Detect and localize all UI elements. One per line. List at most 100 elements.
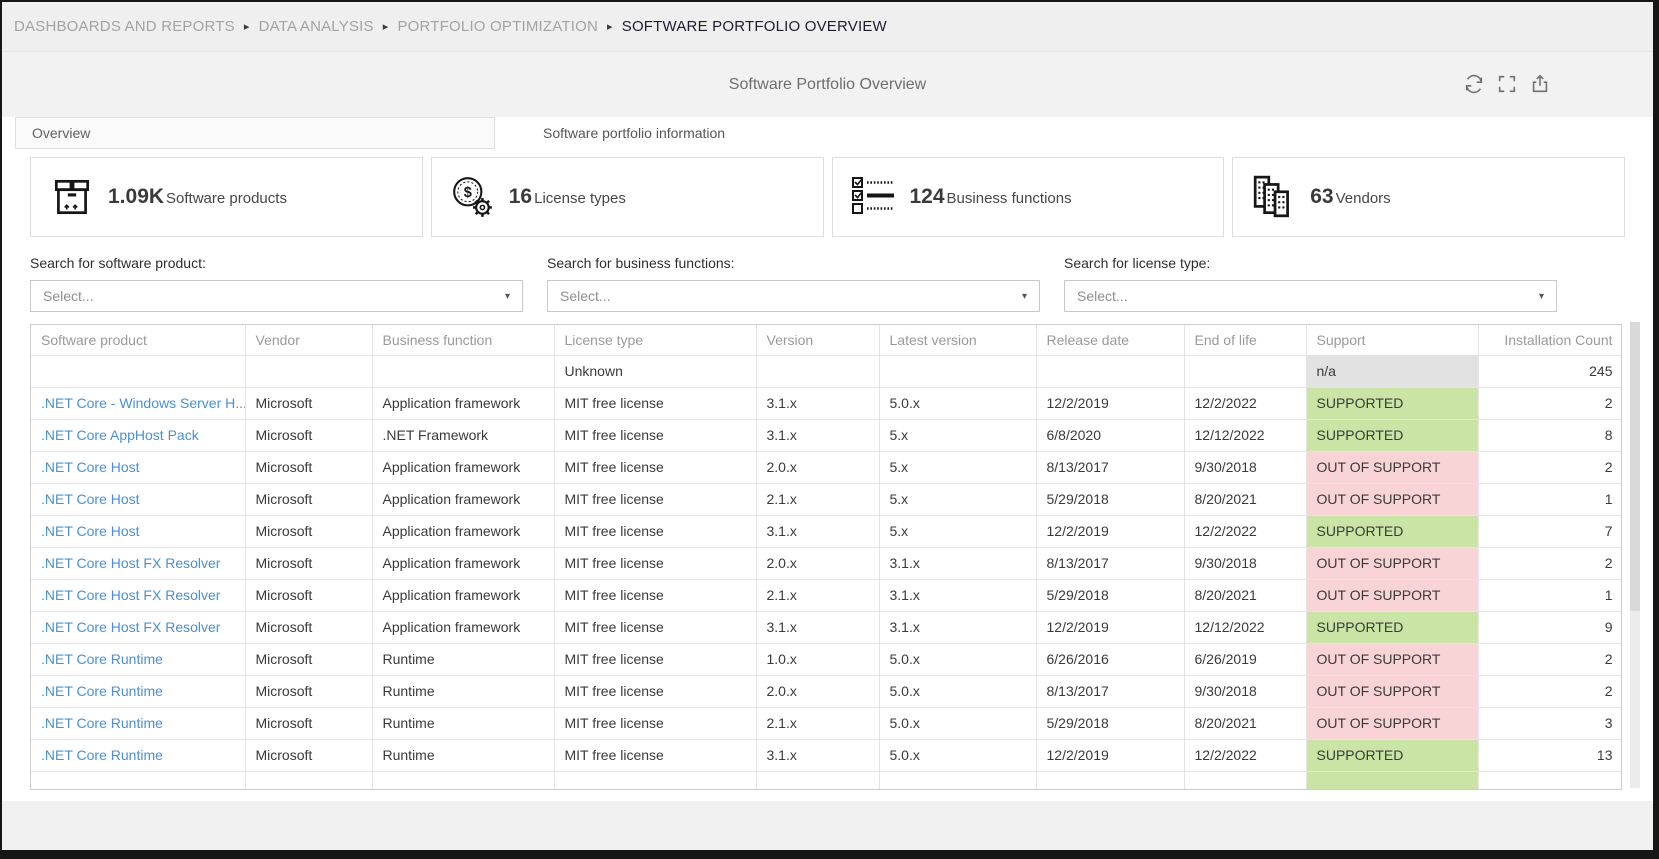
cell-license-type: MIT free license [554, 707, 757, 740]
software-product-link[interactable]: .NET Core Runtime [41, 747, 163, 763]
kpi-value: 1.09K [108, 185, 165, 208]
software-product-link[interactable]: .NET Core Host FX Resolver [41, 619, 220, 635]
cell-release-date [1036, 355, 1185, 388]
breadcrumb-item-current: SOFTWARE PORTFOLIO OVERVIEW [621, 18, 887, 35]
breadcrumb-item-dashboards[interactable]: DASHBOARDS AND REPORTS [14, 18, 235, 35]
table-row: .NET Core Runtime Microsoft Runtime MIT fre… [31, 707, 1621, 740]
tab-overview-label: Overview [32, 125, 91, 141]
cell-installation-count [1478, 771, 1621, 789]
cell-latest-version: 3.1.x [879, 579, 1037, 612]
kpi-label: Business functions [946, 190, 1072, 207]
software-product-link[interactable]: .NET Core Host [41, 459, 140, 475]
cell-support [1306, 771, 1479, 789]
cell-support: OUT OF SUPPORT [1306, 707, 1479, 740]
tab-bar: Overview Software portfolio information [2, 117, 1653, 149]
table-row: .NET Core Host FX Resolver Microsoft Appli… [31, 579, 1621, 612]
column-header-release-date[interactable]: Release date [1036, 325, 1185, 356]
breadcrumb-item-data-analysis[interactable]: DATA ANALYSIS [259, 18, 374, 35]
software-product-link[interactable]: .NET Core AppHost Pack [41, 427, 199, 443]
cell-end-of-life [1184, 355, 1307, 388]
cell-support: OUT OF SUPPORT [1306, 451, 1479, 484]
select-placeholder: Select... [43, 288, 94, 304]
cell-vendor: Microsoft [245, 515, 373, 548]
fullscreen-icon[interactable] [1496, 73, 1518, 95]
cell-license-type: MIT free license [554, 739, 757, 772]
page-title: Software Portfolio Overview [728, 76, 927, 93]
cell-license-type [554, 771, 757, 789]
scrollbar-thumb[interactable] [1630, 322, 1640, 611]
software-product-link[interactable]: .NET Core Host FX Resolver [41, 555, 220, 571]
column-header-license-type[interactable]: License type [554, 325, 757, 356]
table-row: .NET Core Runtime Microsoft Runtime MIT fre… [31, 643, 1621, 676]
cell-end-of-life: 12/12/2022 [1184, 419, 1307, 452]
software-product-link[interactable]: .NET Core Runtime [41, 651, 163, 667]
cell-vendor: Microsoft [245, 451, 373, 484]
cell-support: OUT OF SUPPORT [1306, 579, 1479, 612]
cell-release-date: 6/8/2020 [1036, 419, 1185, 452]
cell-business-function: Application framework [372, 611, 555, 644]
software-product-link[interactable]: .NET Core - Windows Server H... [41, 395, 244, 411]
cell-support: OUT OF SUPPORT [1306, 547, 1479, 580]
cell-latest-version: 5.0.x [879, 739, 1037, 772]
kpi-row: 1.09K Software products $ 16 License typ… [30, 157, 1625, 237]
kpi-software-products: 1.09K Software products [30, 157, 423, 237]
cell-version: 3.1.x [756, 419, 880, 452]
cell-business-function [372, 771, 555, 789]
cell-software-product: .NET Core Runtime [31, 707, 246, 740]
table-row: .NET Core Host Microsoft Application frame… [31, 515, 1621, 548]
cell-license-type: MIT free license [554, 419, 757, 452]
cell-license-type: MIT free license [554, 515, 757, 548]
cell-installation-count: 9 [1478, 611, 1621, 644]
cell-business-function: Runtime [372, 739, 555, 772]
filter-software-product: Search for software product: Select... ▾ [30, 255, 523, 312]
breadcrumb-separator-icon: ▸ [243, 21, 250, 33]
cell-version: 3.1.x [756, 739, 880, 772]
license-type-select[interactable]: Select... ▾ [1064, 280, 1557, 312]
software-product-link[interactable]: .NET Core Host FX Resolver [41, 587, 220, 603]
column-header-latest-version[interactable]: Latest version [879, 325, 1037, 356]
business-functions-select[interactable]: Select... ▾ [547, 280, 1040, 312]
cell-support: OUT OF SUPPORT [1306, 675, 1479, 708]
cell-release-date: 8/13/2017 [1036, 675, 1185, 708]
cell-business-function: .NET Framework [372, 419, 555, 452]
cell-license-type: MIT free license [554, 451, 757, 484]
tab-overview[interactable]: Overview [15, 117, 495, 149]
cell-business-function: Application framework [372, 515, 555, 548]
column-header-version[interactable]: Version [756, 325, 880, 356]
column-header-support[interactable]: Support [1306, 325, 1479, 356]
cell-version: 2.1.x [756, 579, 880, 612]
filter-label: Search for license type: [1064, 255, 1211, 271]
cell-version [756, 355, 880, 388]
software-product-link[interactable]: .NET Core Runtime [41, 683, 163, 699]
column-header-vendor[interactable]: Vendor [245, 325, 373, 356]
cell-release-date: 5/29/2018 [1036, 483, 1185, 516]
cell-release-date: 12/2/2019 [1036, 611, 1185, 644]
column-header-end-of-life[interactable]: End of life [1184, 325, 1307, 356]
breadcrumb-item-portfolio-optimization[interactable]: PORTFOLIO OPTIMIZATION [397, 18, 598, 35]
column-header-business-function[interactable]: Business function [372, 325, 555, 356]
cell-business-function [372, 355, 555, 388]
export-icon[interactable] [1529, 73, 1551, 95]
refresh-icon[interactable] [1463, 73, 1485, 95]
cell-latest-version: 5.0.x [879, 643, 1037, 676]
cell-license-type: MIT free license [554, 643, 757, 676]
cell-release-date: 5/29/2018 [1036, 579, 1185, 612]
vertical-scrollbar [1630, 322, 1640, 788]
cell-latest-version [879, 355, 1037, 388]
cell-latest-version: 5.0.x [879, 707, 1037, 740]
software-product-link[interactable]: .NET Core Host [41, 523, 140, 539]
cell-installation-count: 13 [1478, 739, 1621, 772]
software-product-select[interactable]: Select... ▾ [30, 280, 523, 312]
cell-end-of-life: 6/26/2019 [1184, 643, 1307, 676]
kpi-vendors: 63 Vendors [1232, 157, 1625, 237]
software-product-link[interactable]: .NET Core Runtime [41, 715, 163, 731]
table-row: .NET Core Host Microsoft Application frame… [31, 483, 1621, 516]
cell-latest-version: 5.x [879, 515, 1037, 548]
tab-software-portfolio-information[interactable]: Software portfolio information [495, 117, 1653, 149]
column-header-installation-count[interactable]: Installation Count [1478, 325, 1621, 356]
checklist-icon [851, 174, 897, 220]
column-header-software-product[interactable]: Software product [31, 325, 246, 356]
cell-installation-count: 2 [1478, 547, 1621, 580]
software-product-link[interactable]: .NET Core Host [41, 491, 140, 507]
package-icon [49, 174, 95, 220]
